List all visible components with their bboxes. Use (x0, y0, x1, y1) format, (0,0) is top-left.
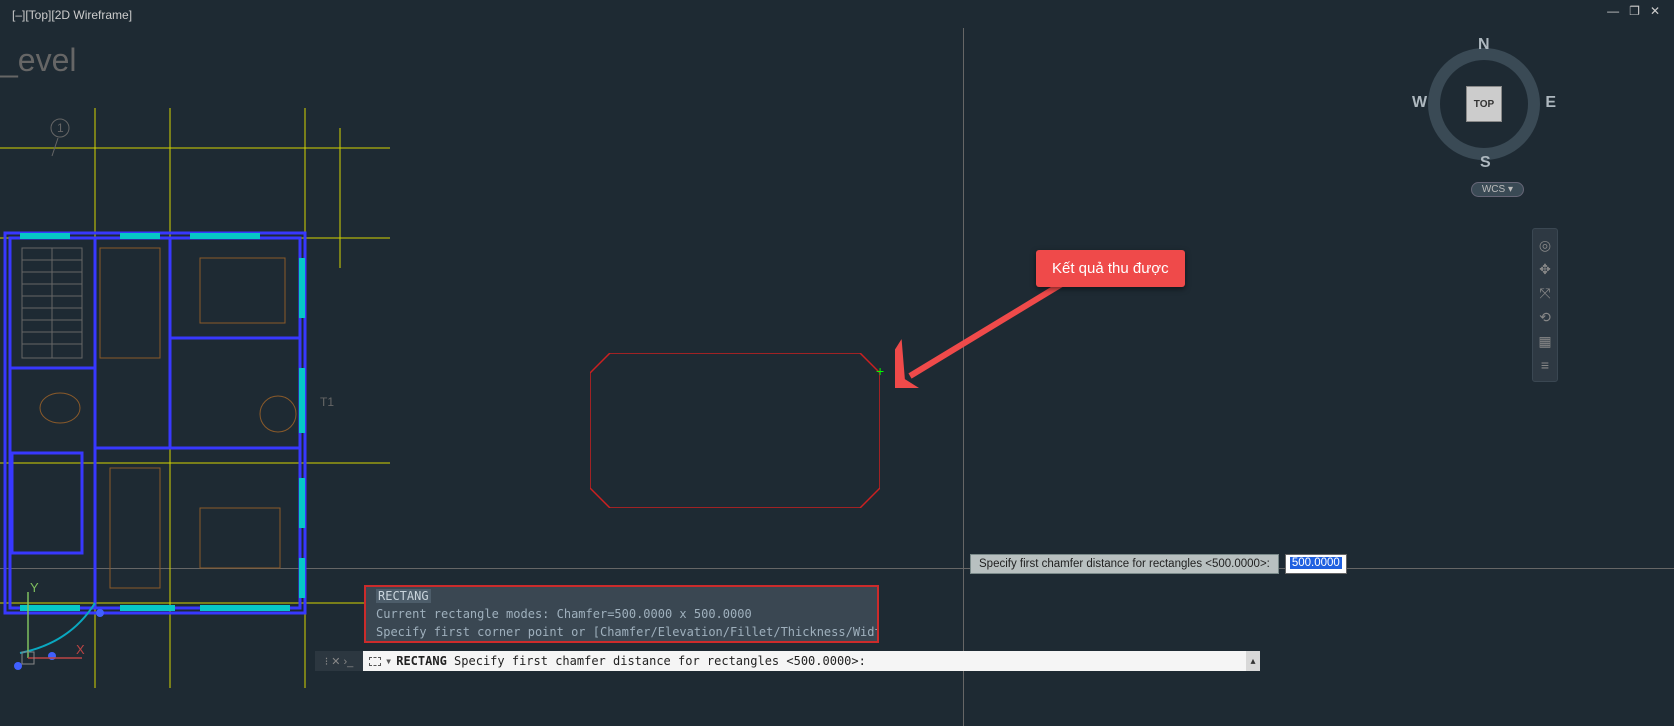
document-window-controls: — ❐ ✕ (1607, 4, 1660, 18)
restore-button[interactable]: ❐ (1629, 4, 1640, 18)
viewcube-east[interactable]: E (1545, 94, 1556, 112)
svg-text:1: 1 (57, 121, 64, 135)
cmd-history-line: Specify first corner point or [Chamfer/E… (366, 623, 877, 641)
viewcube-south[interactable]: S (1480, 154, 1491, 172)
command-input[interactable]: ▾ RECTANG Specify first chamfer distance… (363, 651, 1246, 671)
command-dropdown-icon[interactable]: ▾ (385, 654, 392, 668)
viewcube-top-face[interactable]: TOP (1466, 86, 1502, 122)
cmd-history-line: RECTANG (366, 587, 877, 605)
rectang-icon (369, 657, 381, 666)
cmd-history-line: Current rectangle modes: Chamfer=500.000… (366, 605, 877, 623)
navigation-bar: ◎ ✥ ⤧ ⟲ ▦ ≡ (1532, 228, 1558, 382)
dynamic-input[interactable]: Specify first chamfer distance for recta… (970, 554, 1347, 574)
command-line[interactable]: ⁝ ✕ ›_ ▾ RECTANG Specify first chamfer d… (315, 651, 1260, 671)
ucs-icon[interactable]: Y X (10, 580, 90, 670)
annotation-callout: Kết quả thu được (1036, 250, 1185, 287)
command-name: RECTANG (396, 654, 447, 668)
dynamic-input-prompt: Specify first chamfer distance for recta… (970, 554, 1279, 574)
close-button[interactable]: ✕ (1650, 4, 1660, 18)
svg-text:T1: T1 (320, 395, 334, 409)
crosshair-vertical (963, 28, 964, 726)
pan-icon[interactable]: ✥ (1533, 257, 1557, 281)
viewcube[interactable]: N S W E TOP (1414, 34, 1554, 174)
minimize-button[interactable]: — (1607, 4, 1619, 18)
dynamic-input-field[interactable]: 500.0000 (1285, 554, 1347, 574)
wcs-label[interactable]: WCS ▾ (1471, 182, 1524, 197)
command-prompt-text: Specify first chamfer distance for recta… (454, 654, 866, 668)
svg-text:X: X (76, 642, 85, 657)
orbit-icon[interactable]: ⟲ (1533, 305, 1557, 329)
viewcube-west[interactable]: W (1412, 94, 1427, 112)
chamfered-rectangle-result (590, 353, 880, 508)
command-line-handle[interactable]: ⁝ ✕ ›_ (315, 651, 363, 671)
viewport-label[interactable]: [–][Top][2D Wireframe] (12, 8, 132, 22)
callout-arrow (895, 278, 1075, 388)
viewcube-north[interactable]: N (1478, 36, 1490, 54)
nav-expand-icon[interactable]: ≡ (1533, 353, 1557, 377)
svg-text:Y: Y (30, 580, 39, 595)
showmotion-icon[interactable]: ▦ (1533, 329, 1557, 353)
nav-wheel-icon[interactable]: ◎ (1533, 233, 1557, 257)
zoom-extents-icon[interactable]: ⤧ (1533, 281, 1557, 305)
command-history: RECTANG Current rectangle modes: Chamfer… (364, 585, 879, 643)
command-recent-icon[interactable]: ▴ (1246, 651, 1260, 671)
